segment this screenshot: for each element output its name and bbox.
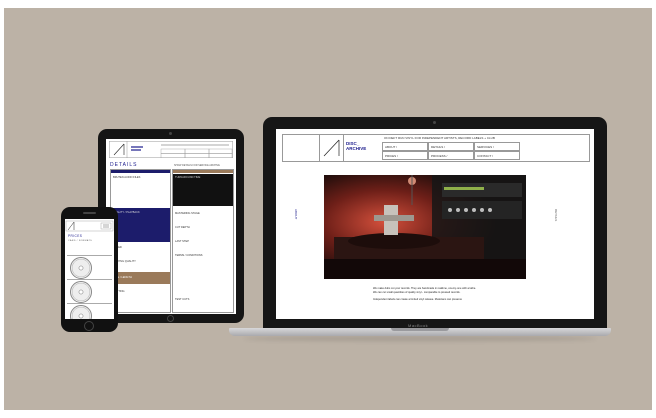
tablet-site-header bbox=[109, 141, 233, 159]
detail-cell[interactable]: LAST STEP bbox=[175, 240, 189, 243]
price-row[interactable] bbox=[67, 279, 112, 303]
column-header-bar bbox=[173, 170, 233, 173]
detail-cell[interactable]: MASTERING STAGE bbox=[175, 212, 200, 215]
phone-site-header bbox=[65, 220, 114, 232]
laptop-camera bbox=[433, 121, 436, 124]
nav-contact[interactable]: CONTACT / bbox=[474, 151, 520, 160]
page-title: DETAILS bbox=[110, 162, 138, 168]
tablet-home-button bbox=[167, 315, 174, 322]
laptop-shadow bbox=[244, 336, 596, 341]
logo-mark[interactable] bbox=[319, 135, 344, 161]
vinyl-disc-icon bbox=[70, 281, 92, 303]
detail-cell[interactable]: BRUTEN AUDIO FILES bbox=[113, 176, 140, 179]
phone-screen: PRICES CARD / FORMATS bbox=[65, 219, 114, 319]
price-row[interactable] bbox=[67, 255, 112, 279]
phone-page-title: PRICES bbox=[68, 234, 83, 238]
intro-paragraph: We make dubs cut your records. They are … bbox=[373, 287, 476, 301]
logo-slash-icon bbox=[323, 139, 340, 157]
tablet-camera bbox=[169, 132, 172, 135]
detail-cell-active[interactable]: QUALITY / PLAYBACK bbox=[111, 208, 170, 242]
site-header: DISC_ ARCHIVE ON DEFT RUN VINYL FOR INDE… bbox=[282, 134, 590, 162]
vinyl-disc-icon bbox=[70, 257, 92, 279]
phone-home-button bbox=[84, 321, 94, 331]
nav-prices[interactable]: PRICES / bbox=[382, 151, 428, 160]
side-nav-details[interactable]: DETAILS bbox=[554, 209, 558, 221]
laptop-screen: DISC_ ARCHIVE ON DEFT RUN VINYL FOR INDE… bbox=[276, 129, 594, 319]
side-nav-about[interactable]: ABOUT bbox=[294, 209, 298, 219]
logo-text[interactable]: DISC_ ARCHIVE bbox=[346, 141, 366, 151]
detail-cell[interactable]: CUT DEPTH bbox=[175, 226, 190, 229]
phone-speaker bbox=[83, 212, 96, 214]
nav-services[interactable]: SERVICES / bbox=[474, 142, 520, 151]
details-column-left: BRUTEN AUDIO FILES QUALITY / PLAYBACK SP… bbox=[110, 169, 171, 313]
hero-photo-lathe bbox=[324, 175, 526, 279]
laptop-lid: DISC_ ARCHIVE ON DEFT RUN VINYL FOR INDE… bbox=[263, 117, 607, 332]
phone-device: PRICES CARD / FORMATS bbox=[61, 207, 118, 332]
details-column-right: TURNAROUND TIME MASTERING STAGE CUT DEPT… bbox=[172, 169, 234, 313]
page-subtitle: SHOW DETAILS FOR SERVICE ARCHIVE bbox=[174, 164, 220, 167]
column-header-bar bbox=[111, 170, 170, 173]
nav-process[interactable]: PROCESS / bbox=[428, 151, 474, 160]
tablet-device: DETAILS SHOW DETAILS FOR SERVICE ARCHIVE… bbox=[98, 129, 244, 323]
laptop-notch bbox=[391, 328, 449, 331]
phone-page-subtitle: CARD / FORMATS bbox=[68, 240, 93, 242]
price-row[interactable] bbox=[67, 303, 112, 319]
detail-cell[interactable]: TERMS / CONDITIONS bbox=[175, 254, 203, 257]
detail-cell-highlight[interactable]: TIME / LENGTH bbox=[111, 272, 170, 284]
tablet-screen: DETAILS SHOW DETAILS FOR SERVICE ARCHIVE… bbox=[106, 139, 236, 314]
laptop-brand-label: MacBook bbox=[408, 323, 429, 328]
tagline: ON DEFT RUN VINYL FOR INDEPENDENT ARTIST… bbox=[384, 136, 495, 140]
main-nav: ABOUT / DETAILS / SERVICES / PRICES / PR… bbox=[382, 142, 521, 161]
detail-cell[interactable]: TEST CUTS bbox=[175, 298, 189, 301]
vinyl-disc-icon bbox=[70, 305, 92, 319]
laptop-base bbox=[229, 328, 611, 336]
nav-about[interactable]: ABOUT / bbox=[382, 142, 428, 151]
nav-details[interactable]: DETAILS / bbox=[428, 142, 474, 151]
detail-cell-dark[interactable]: TURNAROUND TIME bbox=[173, 174, 233, 206]
product-mockup-backdrop: DISC_ ARCHIVE ON DEFT RUN VINYL FOR INDE… bbox=[4, 8, 652, 410]
